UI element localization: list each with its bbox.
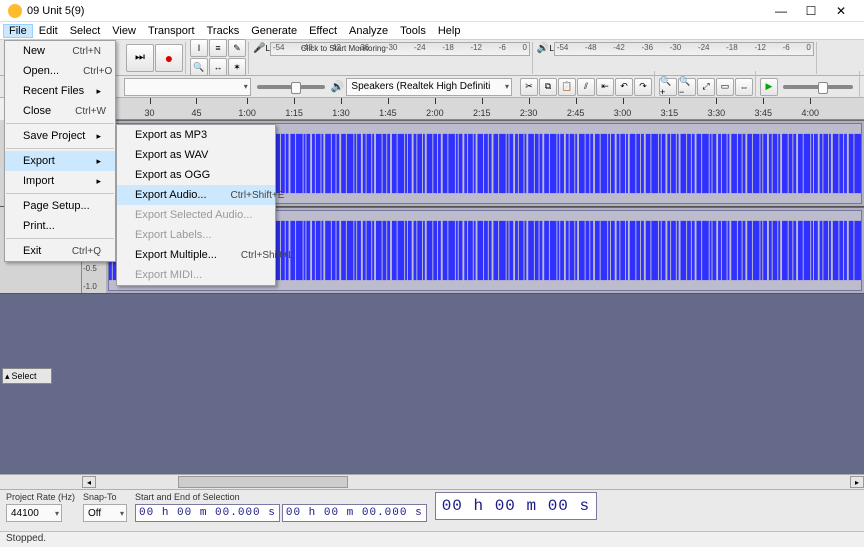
toolbar-bottom: 🔊 Speakers (Realtek High Definiti ✂ ⧉ 📋 … xyxy=(0,76,864,98)
copy-button[interactable]: ⧉ xyxy=(539,78,557,96)
speaker-icon: 🔊 xyxy=(537,43,549,54)
menu-edit[interactable]: Edit xyxy=(33,24,64,38)
file-menu-item-page-setup-[interactable]: Page Setup... xyxy=(5,196,115,216)
silence-button[interactable]: ⇤ xyxy=(596,78,614,96)
export-menu-item-export-as-wav[interactable]: Export as WAV xyxy=(117,145,275,165)
menu-view[interactable]: View xyxy=(106,24,142,38)
draw-tool[interactable]: ✎ xyxy=(228,39,246,57)
zoom-tool[interactable]: 🔍 xyxy=(190,58,208,76)
selection-end-field[interactable]: 00 h 00 m 00.000 s xyxy=(282,504,427,522)
file-menu-item-open-[interactable]: Open...Ctrl+O xyxy=(5,61,115,81)
title-bar: 09 Unit 5(9) — ☐ ✕ xyxy=(0,0,864,22)
horizontal-scrollbar[interactable]: ◂ ▸ xyxy=(0,474,864,489)
export-submenu-popup: Export as MP3Export as WAVExport as OGGE… xyxy=(116,124,276,286)
selection-toolbar: Project Rate (Hz) 44100 Snap-To Off Star… xyxy=(0,489,864,531)
playback-meter[interactable]: -54-48-42-36-30-24-18-12-60 xyxy=(554,42,814,56)
play-at-speed-button[interactable]: ▶ xyxy=(760,78,778,96)
track-select-button[interactable]: ▴ Select xyxy=(2,368,52,384)
zoom-sel-button[interactable]: ▭ xyxy=(716,78,734,96)
export-menu-item-export-midi-: Export MIDI... xyxy=(117,265,275,285)
recording-meter[interactable]: Click to Start Monitoring -54-48-42-36-3… xyxy=(270,42,530,56)
export-menu-item-export-labels-: Export Labels... xyxy=(117,225,275,245)
paste-button[interactable]: 📋 xyxy=(558,78,576,96)
selection-tool[interactable]: I xyxy=(190,39,208,57)
play-speed-slider[interactable] xyxy=(783,85,853,89)
export-menu-item-export-as-mp-[interactable]: Export as MP3 xyxy=(117,125,275,145)
status-text: Stopped. xyxy=(6,533,46,544)
audio-host-combo[interactable] xyxy=(124,78,251,96)
menu-transport[interactable]: Transport xyxy=(142,24,201,38)
menu-help[interactable]: Help xyxy=(432,24,467,38)
export-menu-item-export-as-ogg[interactable]: Export as OGG xyxy=(117,165,275,185)
menu-tracks[interactable]: Tracks xyxy=(201,24,246,38)
app-icon xyxy=(8,4,22,18)
menu-analyze[interactable]: Analyze xyxy=(343,24,394,38)
timeline-ruler[interactable]: 15 30 45 1:00 1:15 1:30 1:45 2:00 2:15 2… xyxy=(82,98,864,120)
menu-tools[interactable]: Tools xyxy=(394,24,432,38)
redo-button[interactable]: ↷ xyxy=(634,78,652,96)
file-menu-item-import[interactable]: Import▸ xyxy=(5,171,115,191)
close-button[interactable]: ✕ xyxy=(826,4,856,18)
zoom-fit-button[interactable]: ⤢ xyxy=(697,78,715,96)
cut-button[interactable]: ✂ xyxy=(520,78,538,96)
export-menu-item-export-multiple-[interactable]: Export Multiple...Ctrl+Shift+L xyxy=(117,245,275,265)
file-menu-item-recent-files[interactable]: Recent Files▸ xyxy=(5,81,115,101)
output-device-combo[interactable]: Speakers (Realtek High Definiti xyxy=(346,78,512,96)
zoom-in-button[interactable]: 🔍+ xyxy=(659,78,677,96)
scroll-left-arrow[interactable]: ◂ xyxy=(82,476,96,488)
file-menu-item-close[interactable]: CloseCtrl+W xyxy=(5,101,115,121)
menu-bar: File Edit Select View Transport Tracks G… xyxy=(0,22,864,40)
trim-button[interactable]: ⫽ xyxy=(577,78,595,96)
multi-tool[interactable]: ✶ xyxy=(228,58,246,76)
maximize-button[interactable]: ☐ xyxy=(796,4,826,18)
window-title: 09 Unit 5(9) xyxy=(27,5,766,17)
scroll-right-arrow[interactable]: ▸ xyxy=(850,476,864,488)
file-menu-item-new[interactable]: NewCtrl+N xyxy=(5,41,115,61)
rate-label: Project Rate (Hz) xyxy=(6,492,75,502)
zoom-toggle-button[interactable]: ⇔ xyxy=(735,78,753,96)
menu-effect[interactable]: Effect xyxy=(303,24,343,38)
export-menu-item-export-audio-[interactable]: Export Audio...Ctrl+Shift+E xyxy=(117,185,275,205)
menu-generate[interactable]: Generate xyxy=(245,24,303,38)
speaker-small-icon: 🔊 xyxy=(331,80,345,93)
project-rate-combo[interactable]: 44100 xyxy=(6,504,62,522)
file-menu-popup: NewCtrl+NOpen...Ctrl+ORecent Files▸Close… xyxy=(4,40,116,262)
file-menu-item-export[interactable]: Export▸ xyxy=(5,151,115,171)
timeshift-tool[interactable]: ↔ xyxy=(209,58,227,76)
scroll-thumb[interactable] xyxy=(178,476,348,488)
record-button[interactable]: ● xyxy=(155,44,183,72)
skip-end-button[interactable]: ⏭ xyxy=(126,44,154,72)
file-menu-item-exit[interactable]: ExitCtrl+Q xyxy=(5,241,115,261)
minimize-button[interactable]: — xyxy=(766,4,796,18)
envelope-tool[interactable]: ≡ xyxy=(209,39,227,57)
undo-button[interactable]: ↶ xyxy=(615,78,633,96)
rec-volume-slider[interactable] xyxy=(257,85,325,89)
file-menu-item-print-[interactable]: Print... xyxy=(5,216,115,236)
status-bar: Stopped. xyxy=(0,531,864,547)
zoom-out-button[interactable]: 🔍− xyxy=(678,78,696,96)
menu-file[interactable]: File xyxy=(3,24,33,38)
mic-icon: 🎤 xyxy=(253,43,265,54)
audio-position-field[interactable]: 00 h 00 m 00 s xyxy=(435,492,597,520)
snap-label: Snap-To xyxy=(83,492,127,502)
file-menu-item-save-project[interactable]: Save Project▸ xyxy=(5,126,115,146)
menu-select[interactable]: Select xyxy=(64,24,107,38)
export-menu-item-export-selected-audio-: Export Selected Audio... xyxy=(117,205,275,225)
snap-to-combo[interactable]: Off xyxy=(83,504,127,522)
selection-mode-label: Start and End of Selection xyxy=(135,492,427,502)
selection-start-field[interactable]: 00 h 00 m 00.000 s xyxy=(135,504,280,522)
